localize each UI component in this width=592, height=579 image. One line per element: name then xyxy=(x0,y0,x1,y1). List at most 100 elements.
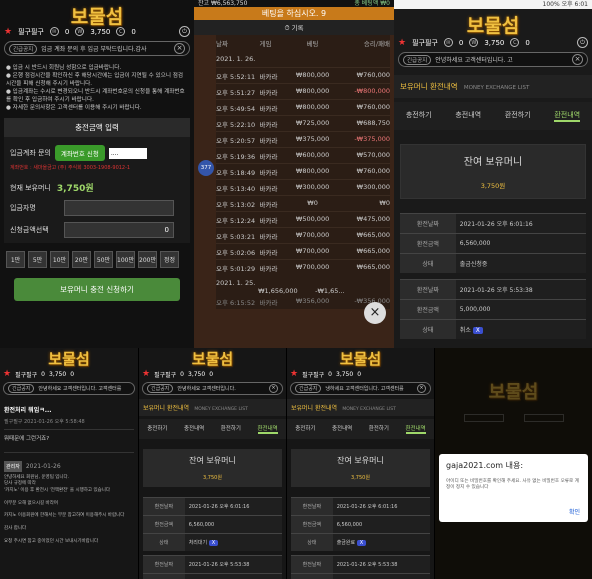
join-field[interactable] xyxy=(523,414,564,422)
close-icon[interactable]: × xyxy=(174,43,185,54)
bet-row: 오후 5:12:24 바카라 ₩500,000 ₩475,000 xyxy=(216,211,390,227)
tab-deposit-history[interactable]: 충전내역 xyxy=(332,424,352,434)
logout-icon[interactable]: ⏻ xyxy=(577,37,588,48)
amount-button-1m[interactable]: 100만 xyxy=(116,251,135,268)
balance-title: 잔여 보유머니 xyxy=(337,456,384,465)
points-value: 3,750 xyxy=(336,370,354,378)
message-count: 0 xyxy=(180,370,184,378)
row-bet: ₩800,000 xyxy=(295,166,330,175)
record-title: 기록 xyxy=(291,24,304,32)
row-result: ₩665,000 xyxy=(356,246,390,255)
site-logo[interactable]: 보물섬 xyxy=(139,348,286,368)
message-icon[interactable]: ✉ xyxy=(443,38,453,47)
tab-deposit[interactable]: 충전하기 xyxy=(147,424,167,434)
bet-row: 오후 5:03:21 바카라 ₩700,000 ₩665,000 xyxy=(216,227,390,243)
inquiry-body: 뭐때문에 그런거죠? xyxy=(4,436,50,442)
username[interactable]: 필구필구 xyxy=(15,370,37,379)
record-amount: 6,560,000 xyxy=(184,515,282,534)
record-status: 출금신청중 xyxy=(455,253,586,273)
amount-button-2m[interactable]: 200만 xyxy=(138,251,157,268)
exchange-history-panel-2: 보물섬 ★ 필구필구 0 3,750 0 긴급공지 안녕하세요 고객센터입니다.… xyxy=(139,348,286,579)
site-logo[interactable]: 보물섬 xyxy=(0,0,194,28)
delete-icon[interactable]: X xyxy=(472,327,483,334)
row-time: 오후 6:15:52 xyxy=(216,299,256,307)
close-icon[interactable]: × xyxy=(572,54,583,65)
account-request-button[interactable]: 계좌번호 신청 xyxy=(54,145,105,161)
tab-withdraw-history[interactable]: 환전내역 xyxy=(405,424,426,434)
record-label: 상태 xyxy=(291,533,333,551)
row-game: 바카라 xyxy=(259,120,278,129)
date-group: 2021. 1. 25. xyxy=(216,279,256,287)
account-note: 계좌번호 : 새마을금고 (주) 주식회 3003-1908-9012-1 xyxy=(10,165,131,171)
account-input[interactable]: .... xyxy=(108,147,147,159)
notice-tag: 긴급공지 xyxy=(147,384,174,393)
login-field[interactable] xyxy=(463,414,504,422)
row-result: ₩760,000 xyxy=(356,102,390,111)
exchange-history-panel-3: 보물섬 ★ 필구필구 0 3,750 0 긴급공지 냉하세요 고객센터입니다. … xyxy=(287,348,434,579)
rank-star-icon: ★ xyxy=(290,369,299,379)
summary-result: -₩1,65... xyxy=(315,287,345,295)
amount-button-500k[interactable]: 50만 xyxy=(94,251,113,268)
row-time: 오후 5:49:54 xyxy=(216,104,256,113)
history-icon: ⏱ xyxy=(284,24,292,32)
coupon-value: 0 xyxy=(357,370,362,378)
balance-value: 3,750원 xyxy=(351,475,370,481)
row-time: 오후 5:12:24 xyxy=(216,216,256,225)
row-time: 오후 5:02:06 xyxy=(216,248,256,257)
coupon-icon: C xyxy=(510,38,520,47)
date-group: 2021. 1. 26. xyxy=(216,55,256,63)
record-date: 2021-01-26 오후 5:53:38 xyxy=(184,555,282,574)
close-overlay-button[interactable]: × xyxy=(364,302,386,324)
tab-deposit-history[interactable]: 충전내역 xyxy=(184,424,204,434)
user-bar: ★ 필구필구 0 3,750 0 xyxy=(287,368,434,380)
amount-reset-button[interactable]: 정정 xyxy=(160,251,179,268)
deposit-submit-button[interactable]: 보유머니 충전 신청하기 xyxy=(14,278,180,301)
depositor-name-input[interactable] xyxy=(64,200,174,216)
delete-icon[interactable]: X xyxy=(356,540,367,546)
username[interactable]: 필구필구 xyxy=(302,370,324,379)
amount-button-100k[interactable]: 10만 xyxy=(50,251,69,268)
logout-icon[interactable]: ⏻ xyxy=(179,26,190,37)
tab-withdraw-history[interactable]: 환전내역 xyxy=(554,110,581,122)
tab-deposit[interactable]: 충전하기 xyxy=(406,110,432,122)
tab-deposit[interactable]: 충전하기 xyxy=(295,424,315,434)
close-icon[interactable]: × xyxy=(269,384,278,393)
bet-row: 오후 5:13:02 바카라 ₩0 ₩0 xyxy=(216,195,390,211)
site-logo[interactable]: 보물섬 xyxy=(0,348,138,368)
amount-button-200k[interactable]: 20만 xyxy=(72,251,91,268)
tab-withdraw[interactable]: 환전하기 xyxy=(221,424,241,434)
record-label: 상태 xyxy=(400,253,456,273)
username[interactable]: 필구필구 xyxy=(18,27,44,37)
username[interactable]: 필구필구 xyxy=(412,38,438,48)
row-result: -₩375,000 xyxy=(354,134,390,143)
row-bet: ₩300,000 xyxy=(295,182,330,191)
tab-withdraw[interactable]: 환전하기 xyxy=(369,424,389,434)
tab-withdraw[interactable]: 환전하기 xyxy=(505,110,531,122)
notice-text: 냉하세요 고객센터입니다. 고객센터를 xyxy=(325,386,404,392)
tab-deposit-history[interactable]: 충전내역 xyxy=(455,110,481,122)
notice-text: 안녕하세요 고객센터입니다. xyxy=(177,386,236,392)
record-amount: 6,560,000 xyxy=(455,233,586,254)
message-icon[interactable]: ✉ xyxy=(49,27,59,36)
record-status: 출금완료 xyxy=(336,540,356,546)
amount-input[interactable]: 0 xyxy=(64,222,174,238)
delete-icon[interactable]: X xyxy=(208,540,219,546)
dialog-ok-button[interactable]: 확인 xyxy=(569,507,580,516)
notice-bar: 긴급공지 안녕하세요 고객센터입니다. 고 × xyxy=(398,52,588,67)
coupon-value: 0 xyxy=(131,27,136,36)
site-logo[interactable]: 보물섬 xyxy=(394,9,592,37)
amount-button-50k[interactable]: 5만 xyxy=(28,251,47,268)
points-icon: W xyxy=(469,38,479,47)
row-game: 바카라 xyxy=(259,200,278,209)
section-title: 충전금액 입력 xyxy=(4,118,190,137)
record-label: 환전금액 xyxy=(143,515,185,534)
site-logo[interactable]: 보물섬 xyxy=(287,348,434,368)
close-icon[interactable]: × xyxy=(417,384,426,393)
amount-button-10k[interactable]: 1만 xyxy=(6,251,25,268)
record-label: 환전금액 xyxy=(400,299,456,320)
tab-withdraw-history[interactable]: 환전내역 xyxy=(257,424,278,434)
username[interactable]: 필구필구 xyxy=(154,370,176,379)
row-game: 바카라 xyxy=(259,88,278,97)
record-amount: 5,000,000 xyxy=(332,573,430,579)
row-time: 오후 5:03:21 xyxy=(216,232,256,241)
